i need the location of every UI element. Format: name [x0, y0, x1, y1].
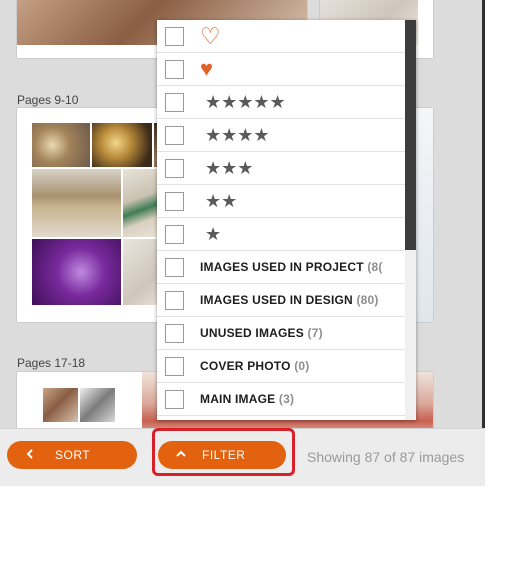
star-rating-icon: ★★★★	[205, 125, 270, 145]
filter-option-label: COVER PHOTO (0)	[200, 359, 310, 373]
filter-option-cover-photo[interactable]: COVER PHOTO (0)	[157, 350, 405, 383]
spread-photo[interactable]	[32, 239, 121, 305]
spreads-canvas[interactable]: Pages 9-10 Pages 17-18 ♡ ♥ ★★★★★ ★★★★ ★★…	[0, 0, 485, 486]
filter-option-label: MAIN IMAGE (3)	[200, 392, 295, 406]
checkbox[interactable]	[165, 92, 184, 112]
filter-menu-scrollbar[interactable]	[405, 20, 416, 420]
filter-option-1-star[interactable]: ★	[157, 218, 405, 251]
filter-option-used-in-design[interactable]: IMAGES USED IN DESIGN (80)	[157, 284, 405, 317]
star-rating-icon: ★★★★★	[205, 92, 286, 112]
checkbox[interactable]	[165, 356, 184, 376]
checkbox[interactable]	[165, 158, 184, 178]
spread-label: Pages 9-10	[17, 93, 79, 107]
checkbox[interactable]	[165, 290, 184, 310]
filter-option-main-image[interactable]: MAIN IMAGE (3)	[157, 383, 405, 416]
spread-photo[interactable]	[43, 388, 78, 422]
checkbox[interactable]	[165, 26, 184, 46]
heart-filled-icon: ♥	[200, 56, 214, 81]
star-rating-icon: ★★★	[205, 158, 254, 178]
spread-photo[interactable]	[80, 388, 115, 422]
checkbox[interactable]	[165, 323, 184, 343]
checkbox[interactable]	[165, 257, 184, 277]
spread-photo[interactable]	[32, 123, 90, 167]
filter-option-5-stars[interactable]: ★★★★★	[157, 86, 405, 119]
filter-option-unused[interactable]: UNUSED IMAGES (7)	[157, 317, 405, 350]
filter-option-used-in-project[interactable]: IMAGES USED IN PROJECT (8(	[157, 251, 405, 284]
spread-photo[interactable]	[32, 169, 121, 237]
filter-option-count: (3)	[278, 392, 295, 406]
filter-option-count: (80)	[356, 293, 379, 307]
app-stage: Pages 9-10 Pages 17-18 ♡ ♥ ★★★★★ ★★★★ ★★…	[0, 0, 520, 564]
star-rating-icon: ★★	[205, 191, 238, 211]
checkbox[interactable]	[165, 125, 184, 145]
filter-option-label: IMAGES USED IN DESIGN (80)	[200, 293, 379, 307]
spread-photo[interactable]	[92, 123, 152, 167]
sort-button-label: SORT	[55, 448, 91, 462]
filter-option-liked[interactable]: ♥	[157, 53, 405, 86]
sort-button[interactable]: SORT	[7, 441, 137, 469]
canvas-scrollbar[interactable]	[482, 0, 485, 430]
heart-outline-icon: ♡	[200, 23, 221, 49]
filter-button-highlight	[152, 428, 295, 476]
filter-option-label: IMAGES USED IN PROJECT (8(	[200, 260, 383, 274]
checkbox[interactable]	[165, 191, 184, 211]
filter-menu[interactable]: ♡ ♥ ★★★★★ ★★★★ ★★★ ★★ ★ IMAGES USED IN P…	[157, 20, 416, 420]
filter-menu-scroll-thumb[interactable]	[405, 20, 416, 250]
filter-option-liked-outline[interactable]: ♡	[157, 20, 405, 53]
star-rating-icon: ★	[205, 224, 222, 244]
filter-option-2-stars[interactable]: ★★	[157, 185, 405, 218]
chevron-left-icon	[26, 449, 33, 459]
checkbox[interactable]	[165, 224, 184, 244]
filter-option-count: (8(	[367, 260, 383, 274]
filter-option-4-stars[interactable]: ★★★★	[157, 119, 405, 152]
checkbox[interactable]	[165, 59, 184, 79]
filter-option-3-stars[interactable]: ★★★	[157, 152, 405, 185]
checkbox[interactable]	[165, 389, 184, 409]
image-count-status: Showing 87 of 87 images	[307, 449, 465, 465]
filter-option-label: UNUSED IMAGES (7)	[200, 326, 323, 340]
spread-label: Pages 17-18	[17, 356, 86, 370]
filter-option-count: (7)	[307, 326, 323, 340]
filter-option-count: (0)	[294, 359, 310, 373]
